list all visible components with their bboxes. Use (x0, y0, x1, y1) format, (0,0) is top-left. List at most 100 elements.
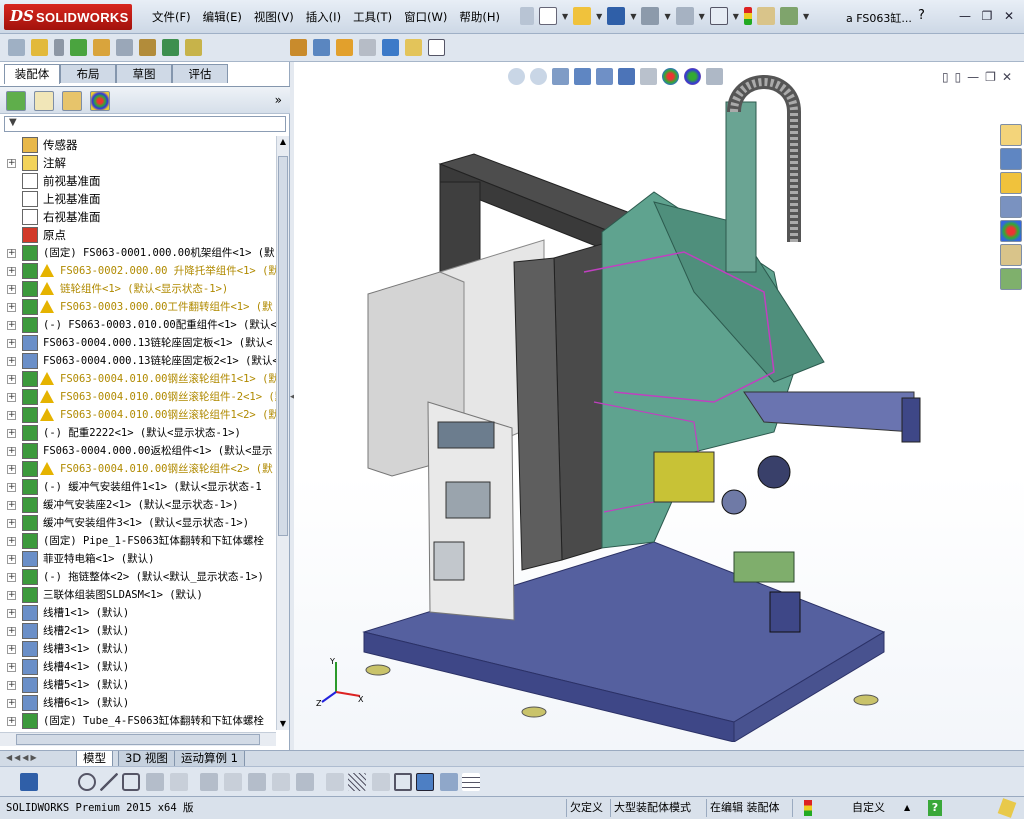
expand-toggle-icon[interactable]: + (7, 609, 16, 618)
vertical-scrollbar[interactable]: ▲ ▼ (276, 136, 289, 730)
take-snapshot-icon[interactable] (382, 39, 399, 56)
minimize-icon[interactable]: — (956, 8, 974, 24)
smart-fasteners-icon[interactable] (93, 39, 110, 56)
tag-icon[interactable] (997, 798, 1017, 818)
tree-item[interactable]: + 线槽6<1> (默认) (0, 694, 276, 712)
expand-toggle-icon[interactable]: + (7, 285, 16, 294)
expand-toggle-icon[interactable]: + (7, 375, 16, 384)
tree-item[interactable]: + FS063-0003.000.00工件翻转组件<1> (默 (0, 298, 276, 316)
chevron-down-icon[interactable]: ▼ (562, 12, 568, 21)
expand-toggle-icon[interactable]: + (7, 429, 16, 438)
menu-insert[interactable]: 插入(I) (300, 9, 347, 25)
expand-toggle-icon[interactable]: + (7, 501, 16, 510)
assembly-features-icon[interactable] (162, 39, 179, 56)
expand-toggle-icon[interactable]: + (7, 303, 16, 312)
display-manager-icon[interactable] (90, 91, 110, 111)
menu-window[interactable]: 窗口(W) (398, 9, 453, 25)
move-component-icon[interactable] (116, 39, 133, 56)
menu-tools[interactable]: 工具(T) (347, 9, 398, 25)
feature-tree-icon[interactable] (6, 91, 26, 111)
tree-item[interactable]: + FS063-0004.010.00钢丝滚轮组件1<2> (默 (0, 406, 276, 424)
solidworks-forum-icon[interactable] (1000, 268, 1022, 290)
tree-item[interactable]: + 缓冲气安装组件3<1> (默认<显示状态-1>) (0, 514, 276, 532)
expand-toggle-icon[interactable]: + (7, 339, 16, 348)
expand-toggle-icon[interactable]: + (7, 663, 16, 672)
table-icon[interactable] (462, 773, 480, 791)
scroll-thumb[interactable] (16, 734, 260, 745)
angle-icon[interactable] (170, 773, 188, 791)
solidworks-logo[interactable]: DS SOLIDWORKS (4, 4, 132, 30)
expand-toggle-icon[interactable]: + (7, 717, 16, 726)
tree-item[interactable]: 上视基准面 (0, 190, 276, 208)
status-help-icon[interactable]: ? (928, 800, 942, 816)
circle-icon[interactable] (78, 773, 96, 791)
tree-item[interactable]: + 注解 (0, 154, 276, 172)
tree-item[interactable]: 传感器 (0, 136, 276, 154)
tree-item[interactable]: + 线槽2<1> (默认) (0, 622, 276, 640)
mirror-icon[interactable] (224, 773, 242, 791)
tree-item[interactable]: + 链轮组件<1> (默认<显示状态-1>) (0, 280, 276, 298)
bill-of-materials-icon[interactable] (290, 39, 307, 56)
mate-icon[interactable] (31, 39, 48, 56)
expand-toggle-icon[interactable]: + (7, 573, 16, 582)
tab-assembly[interactable]: 装配体 (4, 64, 60, 84)
expand-toggle-icon[interactable]: + (7, 645, 16, 654)
pin-icon[interactable] (520, 7, 534, 25)
tree-item[interactable]: + FS063-0004.010.00钢丝滚轮组件-2<1> (默 (0, 388, 276, 406)
more-tabs-icon[interactable]: » (275, 93, 282, 107)
hatch-icon[interactable] (348, 773, 366, 791)
options-icon[interactable] (779, 7, 798, 25)
tree-item[interactable]: + (-) 配重2222<1> (默认<显示状态-1>) (0, 424, 276, 442)
box-view-icon[interactable] (394, 773, 412, 791)
units-up-arrow-icon[interactable]: ▲ (904, 800, 910, 816)
offset-icon[interactable] (248, 773, 266, 791)
expand-toggle-icon[interactable]: + (7, 447, 16, 456)
speedpak-icon[interactable] (359, 39, 376, 56)
dimension-icon[interactable] (326, 773, 344, 791)
assembly-3d-model[interactable] (354, 72, 974, 742)
linear-pattern-icon[interactable] (70, 39, 87, 56)
corner-icon[interactable] (272, 773, 290, 791)
tree-item[interactable]: + FS063-0004.010.00钢丝滚轮组件<2> (默 (0, 460, 276, 478)
close-icon[interactable]: ✕ (1000, 8, 1018, 24)
insert-component-icon[interactable] (8, 39, 25, 56)
grid-icon[interactable] (296, 773, 314, 791)
tree-item[interactable]: + 菲亚特电箱<1> (默认) (0, 550, 276, 568)
tree-item[interactable]: + FS063-0004.000.00返松组件<1> (默认<显示 (0, 442, 276, 460)
appearances-icon[interactable] (1000, 220, 1022, 242)
close-icon[interactable]: ✕ (1002, 70, 1012, 84)
chevron-down-icon[interactable]: ▼ (733, 12, 739, 21)
paperclip-icon[interactable] (54, 39, 64, 56)
custom-properties-icon[interactable] (1000, 244, 1022, 266)
expand-toggle-icon[interactable]: + (7, 411, 16, 420)
file-explorer-icon[interactable] (1000, 172, 1022, 194)
expand-toggle-icon[interactable]: + (7, 699, 16, 708)
exploded-view-icon[interactable] (313, 39, 330, 56)
trim-icon[interactable] (146, 773, 164, 791)
print-icon[interactable] (641, 7, 660, 25)
tree-item[interactable]: + 三联体组装图SLDASM<1> (默认) (0, 586, 276, 604)
expand-toggle-icon[interactable]: + (7, 249, 16, 258)
expand-toggle-icon[interactable]: + (7, 681, 16, 690)
graphics-area[interactable]: ▯ ▯ — ❐ ✕ Y X Z (294, 62, 1024, 750)
expand-toggle-icon[interactable]: + (7, 555, 16, 564)
status-large-assembly-mode[interactable]: 大型装配体模式 (614, 800, 691, 816)
tree-filter-input[interactable]: ▼ (4, 116, 286, 132)
instant3d-icon[interactable] (336, 39, 353, 56)
expand-toggle-icon[interactable]: + (7, 591, 16, 600)
expand-toggle-icon[interactable]: + (7, 465, 16, 474)
expand-toggle-icon[interactable]: + (7, 627, 16, 636)
file-properties-icon[interactable] (756, 7, 775, 25)
solidworks-resources-icon[interactable] (1000, 124, 1022, 146)
rebuild-indicator-icon[interactable] (804, 800, 812, 816)
line-icon[interactable] (100, 773, 118, 791)
save-icon[interactable] (20, 773, 38, 791)
shaded-box-icon[interactable] (416, 773, 434, 791)
tree-item[interactable]: + (固定) FS063-0001.000.00机架组件<1> (默 (0, 244, 276, 262)
status-units[interactable]: 自定义 (852, 800, 885, 816)
toggle-view-icon[interactable] (428, 39, 445, 56)
horizontal-scrollbar[interactable] (0, 732, 276, 746)
expand-toggle-icon[interactable]: + (7, 267, 16, 276)
tree-item[interactable]: + 线槽1<1> (默认) (0, 604, 276, 622)
menu-file[interactable]: 文件(F) (146, 9, 197, 25)
